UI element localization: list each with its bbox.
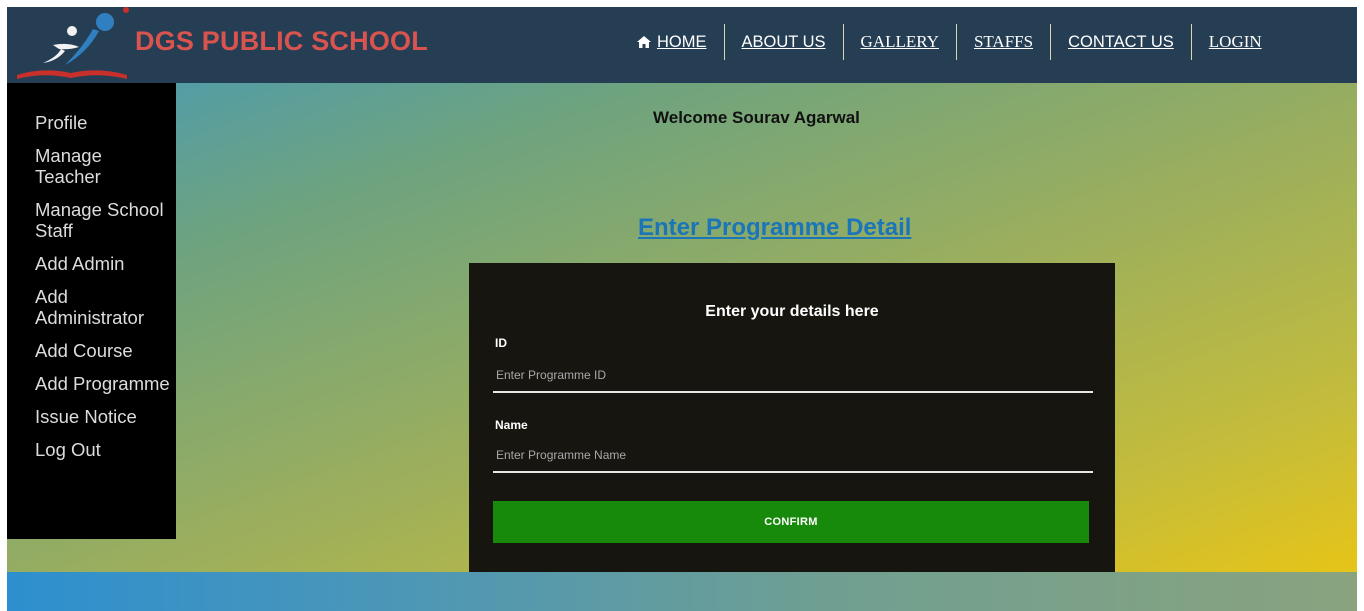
sidebar-item-add-admin[interactable]: Add Admin xyxy=(7,253,176,274)
site-header: DGS PUBLIC SCHOOL HOME ABOUT US GALLERY … xyxy=(7,7,1357,83)
sidebar-item-add-programme[interactable]: Add Programme xyxy=(7,373,176,394)
sidebar-item-manage-school-staff[interactable]: Manage School Staff xyxy=(7,199,176,241)
programme-form: Enter your details here ID Name CONFIRM xyxy=(469,263,1115,573)
nav-home[interactable]: HOME xyxy=(627,24,724,60)
sidebar-item-log-out[interactable]: Log Out xyxy=(7,439,176,460)
nav-staffs[interactable]: STAFFS xyxy=(955,24,1050,60)
sidebar-item-add-administrator[interactable]: Add Administrator xyxy=(7,286,176,328)
confirm-button[interactable]: CONFIRM xyxy=(493,501,1089,543)
footer-bar xyxy=(7,572,1357,611)
id-label: ID xyxy=(495,336,507,350)
form-title: Enter your details here xyxy=(705,303,879,320)
sidebar-item-add-course[interactable]: Add Course xyxy=(7,340,176,361)
home-icon xyxy=(637,36,651,48)
programme-name-input[interactable] xyxy=(493,439,1093,473)
programme-id-input[interactable] xyxy=(493,359,1093,393)
nav-login[interactable]: LOGIN xyxy=(1190,24,1279,60)
sidebar-item-issue-notice[interactable]: Issue Notice xyxy=(7,406,176,427)
page-background: DGS PUBLIC SCHOOL HOME ABOUT US GALLERY … xyxy=(7,7,1357,611)
top-nav: HOME ABOUT US GALLERY STAFFS CONTACT US … xyxy=(627,24,1279,60)
school-logo xyxy=(17,7,129,79)
sidebar-item-profile[interactable]: Profile xyxy=(7,112,176,133)
nav-home-label: HOME xyxy=(657,32,707,51)
sidebar-item-manage-teacher[interactable]: Manage Teacher xyxy=(7,145,176,187)
brand-name[interactable]: DGS PUBLIC SCHOOL xyxy=(135,26,428,57)
welcome-message: Welcome Sourav Agarwal xyxy=(653,108,860,127)
nav-contact-us[interactable]: CONTACT US xyxy=(1050,24,1191,60)
name-label: Name xyxy=(495,418,528,432)
nav-gallery[interactable]: GALLERY xyxy=(842,24,956,60)
nav-about-us[interactable]: ABOUT US xyxy=(723,24,843,60)
page-title: Enter Programme Detail xyxy=(638,214,912,241)
sidebar: Profile Manage Teacher Manage School Sta… xyxy=(7,83,176,539)
